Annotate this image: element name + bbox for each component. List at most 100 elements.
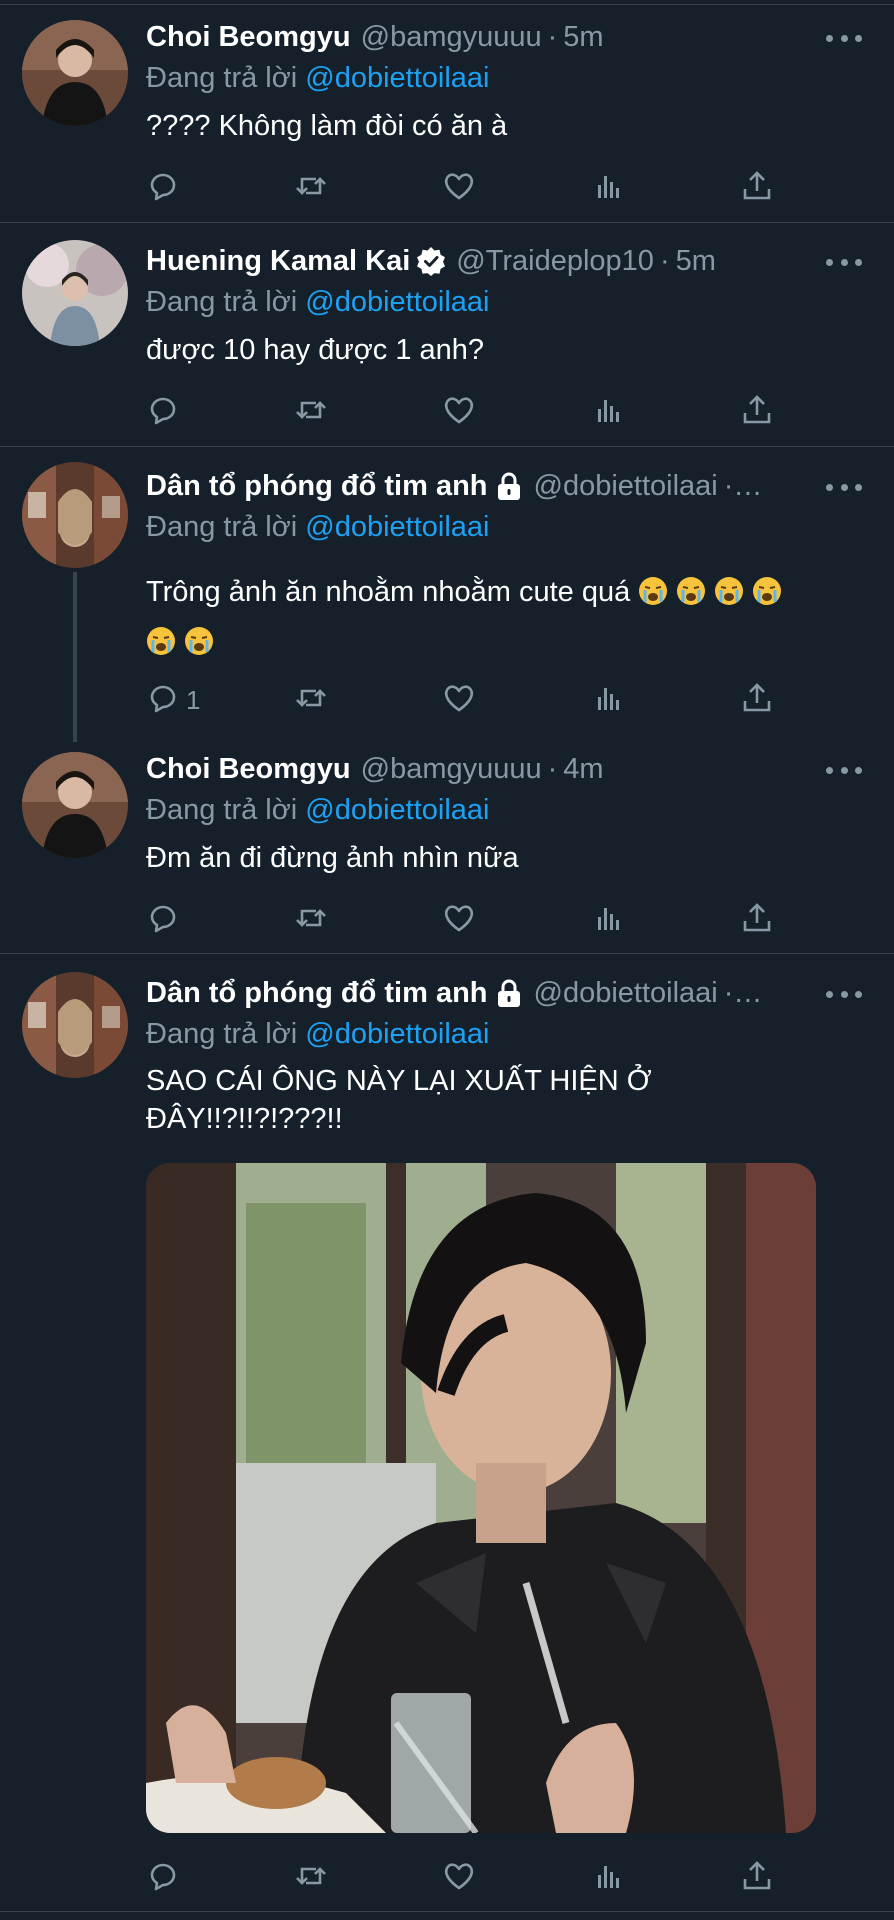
loudly-crying-face-emoji <box>753 577 782 605</box>
separator: · <box>547 20 558 53</box>
share-icon <box>740 901 774 940</box>
reply-prefix: Đang trả lời <box>146 286 298 318</box>
retweet-button[interactable] <box>294 392 328 432</box>
tweet-text-body: Trông ảnh ăn nhoằm nhoằm cute quá <box>146 576 631 608</box>
like-button[interactable] <box>442 680 476 720</box>
reply-button[interactable]: 1 <box>146 680 200 720</box>
reply-mention-link[interactable]: @dobiettoilaai <box>305 1018 489 1050</box>
share-button[interactable] <box>740 900 774 940</box>
avatar[interactable] <box>22 20 128 126</box>
more-icon[interactable] <box>826 23 862 53</box>
reply-icon <box>146 901 180 940</box>
retweet-icon <box>294 393 328 432</box>
reply-context: Đang trả lời @dobiettoilaai <box>146 58 870 98</box>
retweet-button[interactable] <box>294 1858 328 1898</box>
user-handle[interactable]: @bamgyuuuu <box>361 21 542 54</box>
like-button[interactable] <box>442 900 476 940</box>
timestamp[interactable]: 4m <box>563 753 603 786</box>
loudly-crying-face-emoji <box>639 577 668 605</box>
share-button[interactable] <box>740 680 774 720</box>
retweet-button[interactable] <box>294 680 328 720</box>
views-button[interactable] <box>592 392 626 432</box>
avatar[interactable] <box>22 752 128 858</box>
views-button[interactable] <box>592 168 626 208</box>
timestamp[interactable]: 5m <box>676 245 716 278</box>
tweet-text-line: SAO CÁI ÔNG NÀY LẠI XUẤT HIỆN Ở <box>146 1065 652 1097</box>
retweet-icon <box>294 1859 328 1898</box>
avatar[interactable] <box>22 972 128 1078</box>
action-bar <box>146 392 796 432</box>
tweet-media-image[interactable] <box>146 1163 816 1833</box>
tweet-header: Huening Kamal Kai @Traideplop10 · 5m <box>146 242 870 280</box>
user-handle[interactable]: @dobiettoilaai <box>534 470 718 503</box>
reply-button[interactable] <box>146 1858 180 1898</box>
user-handle[interactable]: @dobiettoilaai <box>534 977 718 1010</box>
like-button[interactable] <box>442 392 476 432</box>
share-button[interactable] <box>740 168 774 208</box>
reply-icon <box>146 393 180 432</box>
thread-connector <box>73 572 77 742</box>
display-name[interactable]: Huening Kamal Kai <box>146 245 410 278</box>
timestamp[interactable]: 5m <box>563 21 603 54</box>
verified-icon <box>417 247 446 276</box>
reply-button[interactable] <box>146 900 180 940</box>
like-button[interactable] <box>442 1858 476 1898</box>
user-handle[interactable]: @bamgyuuuu <box>361 753 542 786</box>
action-bar <box>146 900 796 940</box>
loudly-crying-face-emoji <box>185 627 213 655</box>
tweet-text: Đm ăn đi đừng ảnh nhìn nữa <box>146 842 519 874</box>
separator: · <box>547 752 558 785</box>
share-button[interactable] <box>740 1858 774 1898</box>
reply-mention-link[interactable]: @dobiettoilaai <box>305 62 489 94</box>
reply-prefix: Đang trả lời <box>146 511 298 543</box>
user-handle[interactable]: @Traideplop10 <box>456 245 654 278</box>
views-button[interactable] <box>592 680 626 720</box>
views-icon <box>592 681 626 720</box>
separator: ·… <box>723 469 763 502</box>
reply-mention-link[interactable]: @dobiettoilaai <box>305 286 489 318</box>
separator: · <box>659 244 670 277</box>
share-icon <box>740 1859 774 1898</box>
more-icon[interactable] <box>826 247 862 277</box>
display-name[interactable]: Dân tổ phóng đổ tim anh <box>146 977 488 1010</box>
tweet-text: SAO CÁI ÔNG NÀY LẠI XUẤT HIỆN Ở ĐÂY!!?!!… <box>146 1062 870 1138</box>
reply-prefix: Đang trả lời <box>146 1018 298 1050</box>
views-icon <box>592 393 626 432</box>
lock-icon <box>497 979 520 1007</box>
tweet-header: Dân tổ phóng đổ tim anh @dobiettoilaai ·… <box>146 974 870 1012</box>
reply-mention-link[interactable]: @dobiettoilaai <box>305 511 489 543</box>
separator: ·… <box>723 976 763 1009</box>
retweet-button[interactable] <box>294 168 328 208</box>
reply-button[interactable] <box>146 392 180 432</box>
tweet-text: ???? Không làm đòi có ăn à <box>146 110 508 142</box>
reply-icon <box>146 1859 180 1898</box>
more-icon[interactable] <box>826 755 862 785</box>
more-icon[interactable] <box>826 472 862 502</box>
reply-mention-link[interactable]: @dobiettoilaai <box>305 794 489 826</box>
like-button[interactable] <box>442 168 476 208</box>
tweet-text-line: ĐÂY!!?!!?!???!! <box>146 1103 343 1135</box>
display-name[interactable]: Choi Beomgyu <box>146 753 351 786</box>
avatar[interactable] <box>22 462 128 568</box>
tweet-header: Choi Beomgyu @bamgyuuuu · 5m <box>146 18 870 56</box>
more-icon[interactable] <box>826 979 862 1009</box>
like-icon <box>442 681 476 720</box>
divider <box>0 222 894 223</box>
retweet-button[interactable] <box>294 900 328 940</box>
like-icon <box>442 901 476 940</box>
display-name[interactable]: Dân tổ phóng đổ tim anh <box>146 470 488 503</box>
tweet-header: Choi Beomgyu @bamgyuuuu · 4m <box>146 750 870 788</box>
like-icon <box>442 393 476 432</box>
views-button[interactable] <box>592 1858 626 1898</box>
reply-icon <box>146 169 180 208</box>
retweet-icon <box>294 169 328 208</box>
loudly-crying-face-emoji <box>715 577 744 605</box>
reply-context: Đang trả lời @dobiettoilaai <box>146 507 870 547</box>
views-icon <box>592 1859 626 1898</box>
reply-button[interactable] <box>146 168 180 208</box>
avatar[interactable] <box>22 240 128 346</box>
share-button[interactable] <box>740 392 774 432</box>
views-button[interactable] <box>592 900 626 940</box>
reply-prefix: Đang trả lời <box>146 62 298 94</box>
display-name[interactable]: Choi Beomgyu <box>146 21 351 54</box>
